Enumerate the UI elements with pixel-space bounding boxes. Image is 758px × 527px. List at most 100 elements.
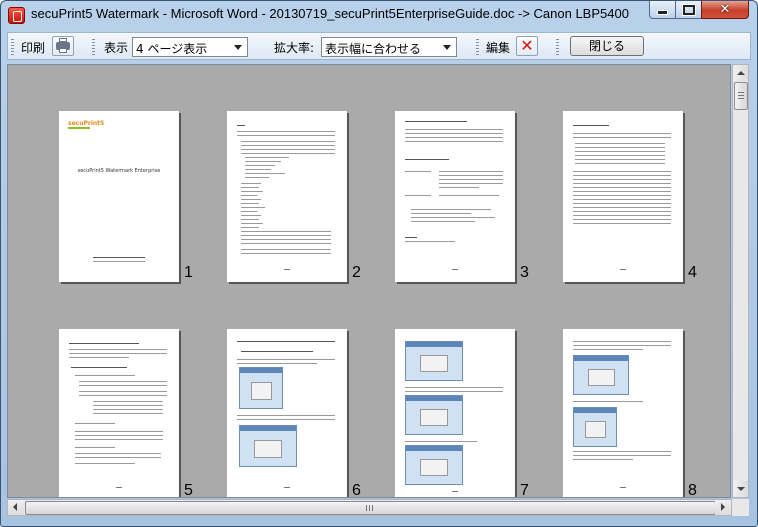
text-line — [237, 341, 335, 342]
view-label: 表示 — [104, 41, 129, 55]
text-line — [405, 237, 417, 238]
page-footer-mark — [284, 269, 290, 270]
minimize-button[interactable] — [649, 1, 676, 19]
text-line — [237, 419, 335, 420]
text-line — [573, 401, 643, 402]
view-select-value: 4 ページ表示 — [136, 42, 208, 56]
text-line — [237, 131, 335, 132]
text-line — [75, 423, 115, 424]
view-select[interactable]: 4 ページ表示 — [132, 37, 248, 57]
horizontal-scrollbar[interactable] — [7, 499, 732, 516]
text-line — [237, 135, 335, 136]
text-line — [575, 151, 665, 152]
text-line — [573, 137, 671, 138]
text-line — [237, 363, 317, 364]
text-line — [241, 231, 331, 232]
toolbar: 印刷 表示 4 ページ表示 拡大率: 表示幅に合わせる 編集 ✕ 閉じる — [7, 32, 751, 60]
text-line — [237, 125, 245, 126]
text-line — [573, 195, 671, 196]
text-line — [93, 413, 163, 414]
page-thumbnail-8[interactable] — [563, 329, 683, 497]
page-footer-mark — [452, 491, 458, 492]
text-line — [573, 345, 671, 346]
text-line — [573, 215, 671, 216]
vertical-scroll-thumb[interactable] — [734, 82, 748, 110]
text-line — [75, 375, 135, 376]
size-grip[interactable] — [732, 499, 749, 516]
text-line — [75, 431, 163, 432]
page-preview-area[interactable]: secuPrint5 secuPrint5 Watermark Enterpri… — [7, 64, 731, 498]
text-line — [241, 239, 331, 240]
app-icon[interactable] — [8, 7, 25, 24]
text-line — [79, 395, 167, 396]
page-number: 3 — [520, 264, 529, 281]
text-line — [69, 353, 167, 354]
edit-button[interactable]: ✕ — [516, 36, 538, 56]
text-line — [79, 391, 167, 392]
text-line — [241, 199, 261, 200]
page-footer-mark — [452, 269, 458, 270]
edit-label: 編集 — [486, 41, 511, 55]
page-thumbnail-1[interactable]: secuPrint5 secuPrint5 Watermark Enterpri… — [59, 111, 179, 282]
text-line — [93, 401, 163, 402]
screenshot-figure — [239, 425, 297, 467]
toolbar-grip[interactable] — [11, 39, 14, 55]
vertical-scrollbar[interactable] — [732, 64, 749, 498]
text-line — [245, 165, 275, 166]
print-button[interactable] — [52, 36, 74, 56]
scroll-right-button[interactable] — [715, 500, 731, 515]
text-line — [573, 191, 671, 192]
text-line — [245, 177, 269, 178]
page-number: 7 — [520, 482, 529, 498]
text-line — [75, 463, 135, 464]
text-line — [93, 261, 145, 262]
toolbar-grip[interactable] — [476, 39, 479, 55]
page-thumbnail-5[interactable] — [59, 329, 179, 497]
maximize-button[interactable] — [675, 1, 702, 19]
text-line — [573, 187, 671, 188]
page-thumbnail-3[interactable] — [395, 111, 515, 282]
page-number: 1 — [184, 264, 193, 281]
text-line — [575, 155, 665, 156]
toolbar-grip[interactable] — [92, 39, 95, 55]
app-window: secuPrint5 Watermark - Microsoft Word - … — [0, 0, 758, 527]
text-line — [245, 161, 281, 162]
text-line — [405, 137, 503, 138]
page-thumbnail-7[interactable] — [395, 329, 515, 497]
cover-title: secuPrint5 Watermark Enterprise — [77, 168, 161, 174]
close-window-button[interactable]: ✕ — [701, 1, 749, 19]
text-line — [439, 175, 503, 176]
text-line — [75, 453, 161, 454]
text-line — [575, 143, 665, 144]
screenshot-figure — [405, 341, 463, 381]
horizontal-scroll-thumb[interactable] — [25, 501, 716, 515]
scroll-down-button[interactable] — [733, 481, 748, 497]
zoom-select-value: 表示幅に合わせる — [325, 42, 422, 56]
page-thumbnail-2[interactable] — [227, 111, 347, 282]
text-line — [241, 191, 263, 192]
text-line — [573, 133, 671, 134]
text-line — [75, 435, 163, 436]
text-line — [573, 203, 671, 204]
page-number: 5 — [184, 482, 193, 498]
text-line — [439, 171, 503, 172]
toolbar-grip[interactable] — [556, 39, 559, 55]
screenshot-figure — [239, 367, 283, 409]
text-line — [241, 227, 259, 228]
page-footer-mark — [620, 487, 626, 488]
text-line — [411, 221, 475, 222]
text-line — [69, 349, 167, 350]
chevron-down-icon — [443, 45, 451, 50]
close-button[interactable]: 閉じる — [570, 36, 644, 56]
text-line — [75, 439, 163, 440]
page-thumbnail-4[interactable] — [563, 111, 683, 282]
text-line — [237, 359, 335, 360]
close-icon: ✕ — [719, 2, 731, 17]
zoom-select[interactable]: 表示幅に合わせる — [321, 37, 457, 57]
scroll-left-button[interactable] — [8, 500, 24, 515]
page-thumbnail-6[interactable] — [227, 329, 347, 497]
page-footer-mark — [284, 487, 290, 488]
scroll-up-button[interactable] — [733, 65, 748, 81]
title-bar[interactable]: secuPrint5 Watermark - Microsoft Word - … — [1, 1, 757, 29]
text-line — [439, 187, 479, 188]
